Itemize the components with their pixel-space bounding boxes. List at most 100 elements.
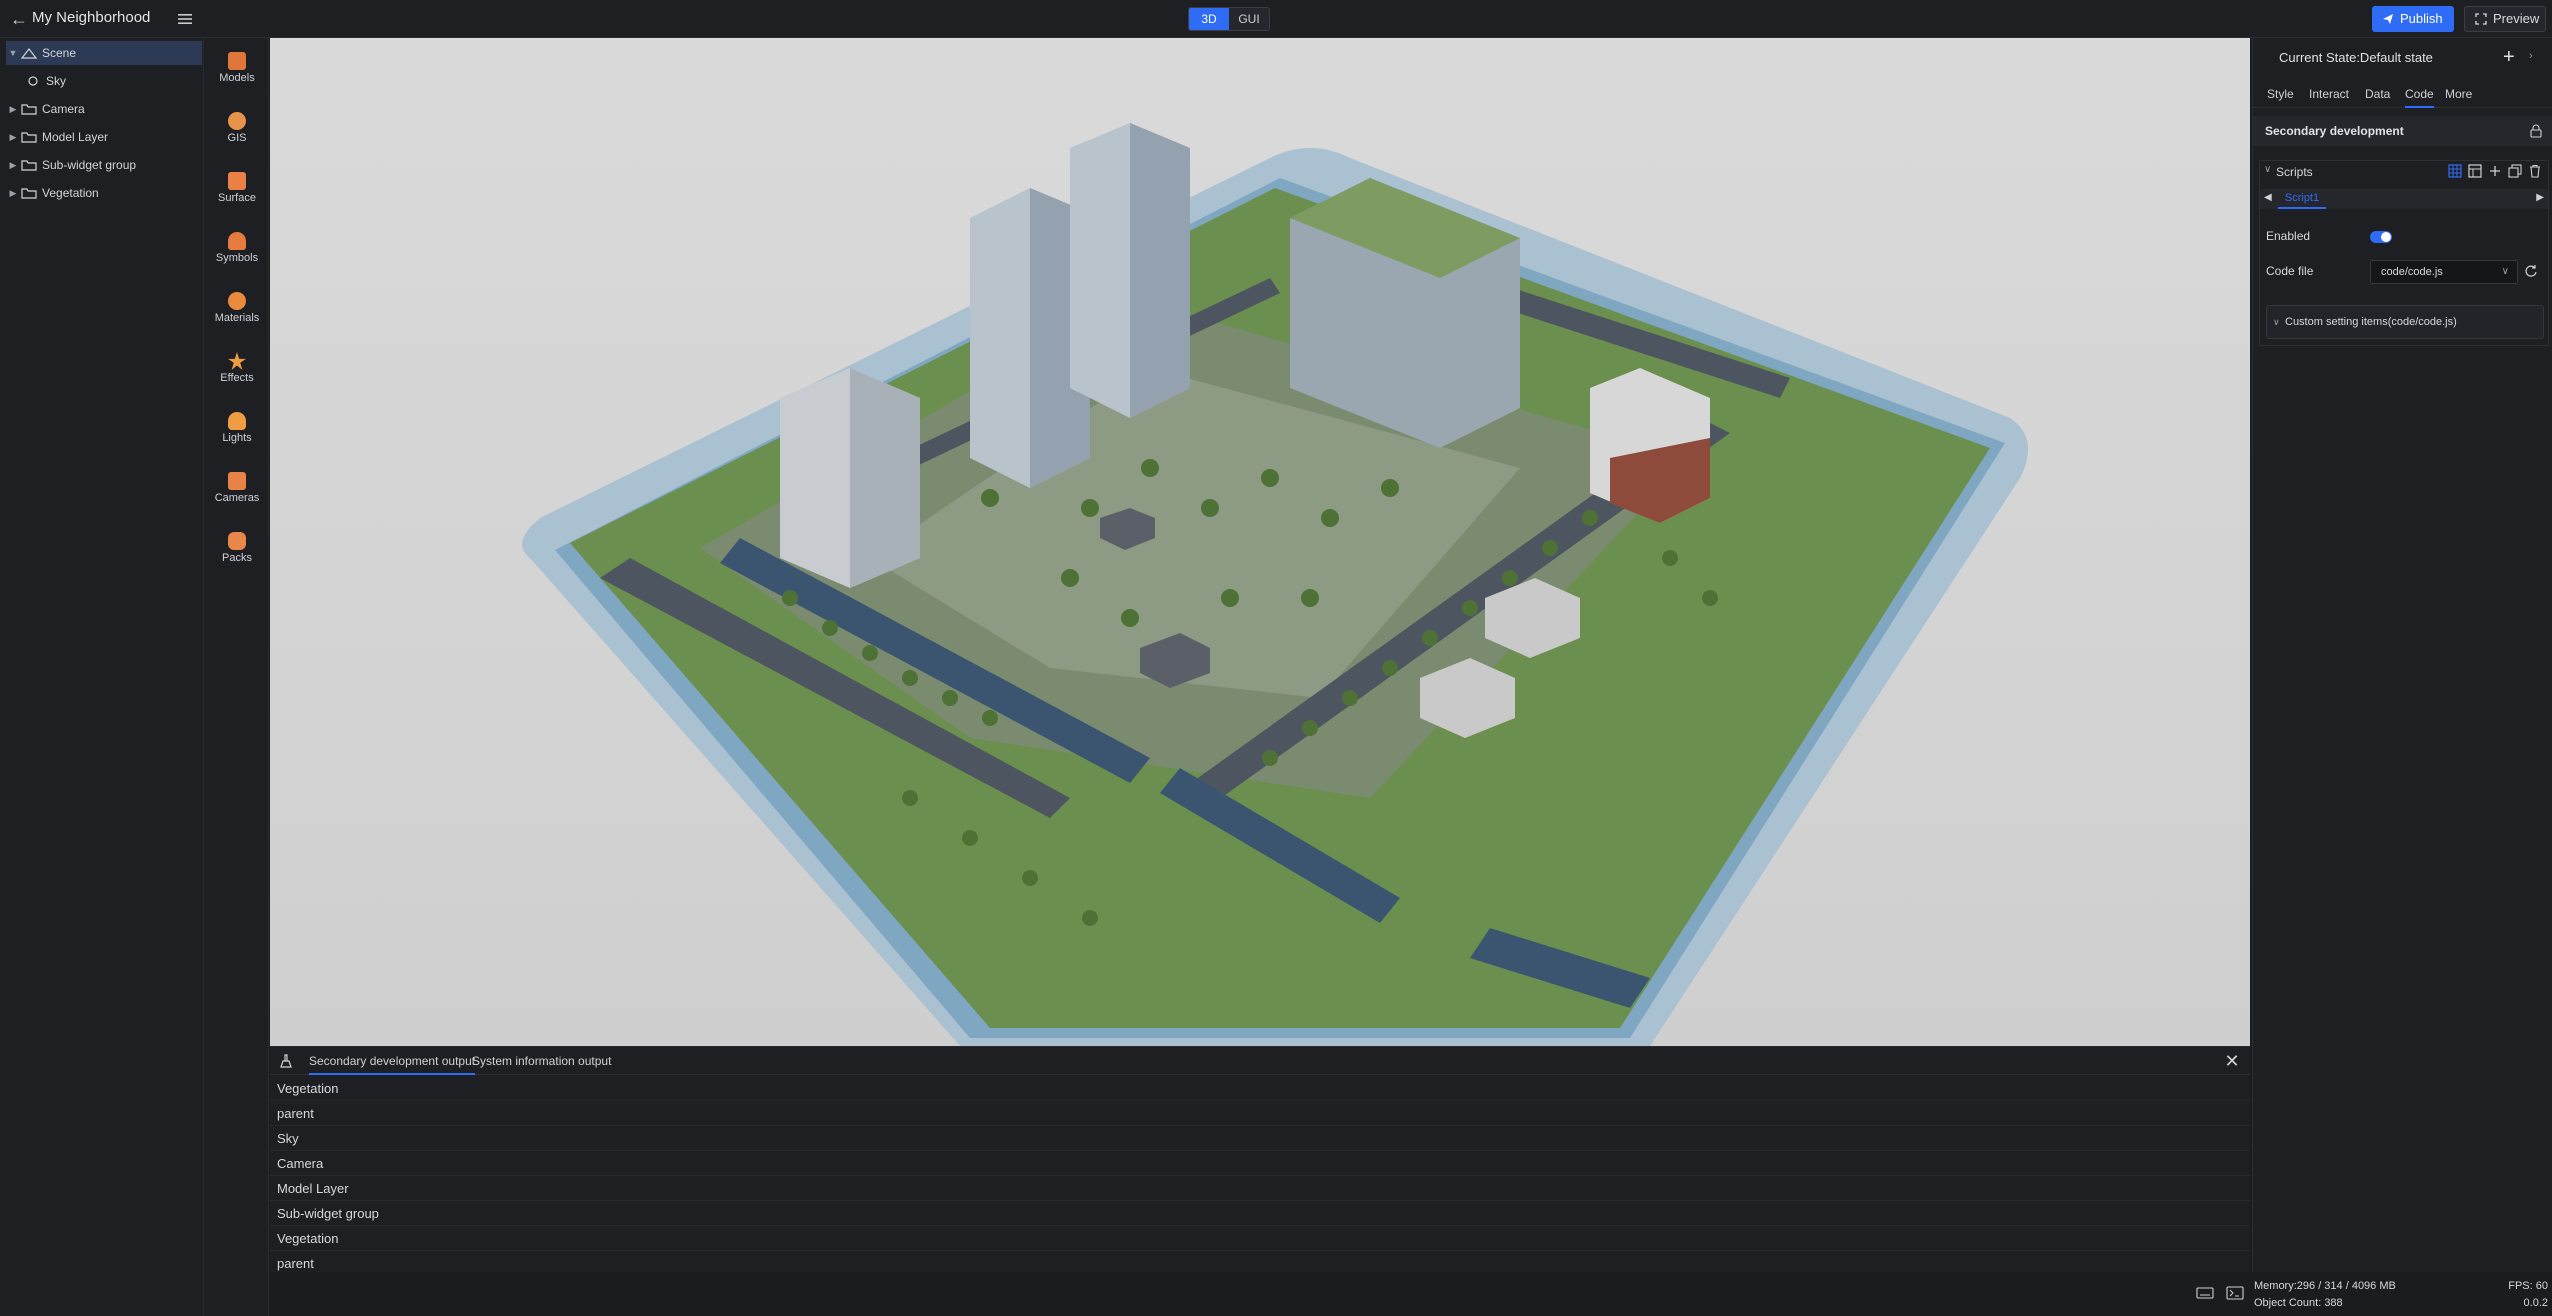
- mode-gui-button[interactable]: GUI: [1229, 8, 1269, 30]
- 3d-viewport[interactable]: [270, 38, 2250, 1046]
- chevron-right-icon[interactable]: ›: [2529, 50, 2533, 62]
- scene-tree-panel: ▼ Scene Sky ▶ Camera ▶ Model Layer ▶ Sub…: [0, 38, 204, 1316]
- current-state-title: Current State:Default state: [2279, 50, 2433, 65]
- properties-tabs: Style Interact Data Code More: [2253, 82, 2552, 108]
- tool-gis[interactable]: GIS: [205, 102, 269, 158]
- tree-item-label: Vegetation: [42, 186, 99, 200]
- tab-secondary-development-output[interactable]: Secondary development output: [309, 1047, 476, 1075]
- custom-setting-items[interactable]: ∨ Custom setting items(code/code.js): [2266, 305, 2544, 339]
- tab-more[interactable]: More: [2445, 82, 2472, 108]
- terminal-icon[interactable]: [2226, 1286, 2244, 1300]
- tool-label: Effects: [220, 372, 254, 384]
- back-arrow-icon[interactable]: ←: [8, 8, 30, 30]
- tree-item-model-layer[interactable]: ▶ Model Layer: [6, 125, 202, 149]
- folder-icon: [21, 160, 37, 171]
- status-bar: Memory:296 / 314 / 4096 MB Object Count:…: [270, 1272, 2552, 1316]
- tool-label: Packs: [222, 552, 252, 564]
- arrow-left-icon[interactable]: ◀: [2264, 192, 2272, 203]
- tool-lights[interactable]: Lights: [205, 402, 269, 458]
- chevron-down-icon[interactable]: ∨: [2264, 164, 2271, 175]
- preview-label: Preview: [2493, 11, 2540, 26]
- script-tab-bar: ◀ Script1 ▶: [2260, 189, 2548, 209]
- publish-button[interactable]: Publish: [2372, 6, 2454, 32]
- enabled-toggle[interactable]: [2370, 231, 2392, 243]
- tree-item-sky[interactable]: Sky: [6, 69, 202, 93]
- scripts-label: Scripts: [2276, 165, 2313, 179]
- code-file-select[interactable]: code/code.js ∨: [2370, 260, 2518, 284]
- mode-toggle: 3D GUI: [1188, 7, 1270, 31]
- copy-icon[interactable]: [2508, 164, 2522, 178]
- fullscreen-icon: [2475, 13, 2487, 25]
- tool-effects[interactable]: Effects: [205, 342, 269, 398]
- mode-3d-button[interactable]: 3D: [1189, 8, 1229, 30]
- tool-label: GIS: [227, 132, 247, 144]
- app-title: My Neighborhood: [32, 9, 151, 26]
- cameras-icon: [228, 472, 246, 490]
- scene-render: [270, 38, 2250, 1046]
- tool-label: Models: [219, 72, 255, 84]
- output-line: parent: [270, 1101, 2250, 1126]
- refresh-icon[interactable]: [2524, 264, 2538, 278]
- tool-label: Cameras: [214, 492, 260, 504]
- chevron-down-icon: ∨: [2501, 266, 2509, 277]
- tool-label: Surface: [218, 192, 256, 204]
- tool-surface[interactable]: Surface: [205, 162, 269, 218]
- tree-item-label: Sub-widget group: [42, 158, 137, 172]
- tab-system-information-output[interactable]: System information output: [472, 1047, 611, 1075]
- trash-icon[interactable]: [2528, 164, 2542, 178]
- custom-setting-label: Custom setting items(code/code.js): [2285, 316, 2457, 328]
- scene-icon: [20, 48, 38, 59]
- tree-item-label: Model Layer: [42, 130, 109, 144]
- arrow-right-icon[interactable]: ▶: [2536, 192, 2544, 203]
- caret-right-icon[interactable]: ▶: [6, 181, 20, 205]
- caret-right-icon[interactable]: ▶: [6, 153, 20, 177]
- script-tab[interactable]: Script1: [2278, 189, 2326, 209]
- add-state-icon[interactable]: +: [2503, 46, 2515, 69]
- tree-item-scene[interactable]: ▼ Scene: [6, 41, 202, 65]
- output-line: Model Layer: [270, 1176, 2250, 1201]
- tree-item-camera[interactable]: ▶ Camera: [6, 97, 202, 121]
- folder-icon: [21, 132, 37, 143]
- tool-models[interactable]: Models: [205, 42, 269, 98]
- fps-readout: FPS: 60: [2508, 1280, 2548, 1292]
- broom-clear-icon[interactable]: [278, 1053, 294, 1069]
- close-icon[interactable]: ✕: [2222, 1051, 2242, 1071]
- enabled-label: Enabled: [2266, 229, 2311, 243]
- keyboard-icon[interactable]: [2196, 1286, 2214, 1300]
- caret-right-icon[interactable]: ▶: [6, 97, 20, 121]
- gis-globe-icon: [228, 112, 246, 130]
- tool-symbols[interactable]: Symbols: [205, 222, 269, 278]
- tool-materials[interactable]: Materials: [205, 282, 269, 338]
- output-line: Sub-widget group: [270, 1201, 2250, 1226]
- folder-icon: [21, 104, 37, 115]
- add-icon[interactable]: [2488, 164, 2502, 178]
- grid-view-icon[interactable]: [2448, 164, 2462, 178]
- tab-code[interactable]: Code: [2405, 82, 2434, 108]
- table-view-icon[interactable]: [2468, 164, 2482, 178]
- tree-item-sub-widget-group[interactable]: ▶ Sub-widget group: [6, 153, 202, 177]
- caret-down-icon[interactable]: ▼: [6, 41, 20, 65]
- code-file-label: Code file: [2266, 264, 2314, 278]
- tab-interact[interactable]: Interact: [2309, 82, 2349, 108]
- preview-button[interactable]: Preview: [2464, 6, 2546, 32]
- tool-packs[interactable]: Packs: [205, 522, 269, 578]
- scripts-panel: ∨ Scripts ◀ Script1 ▶ Enabled Code file: [2259, 160, 2549, 346]
- publish-label: Publish: [2400, 11, 2443, 26]
- tool-cameras[interactable]: Cameras: [205, 462, 269, 518]
- caret-right-icon[interactable]: ▶: [6, 125, 20, 149]
- tab-style[interactable]: Style: [2267, 82, 2294, 108]
- output-line: Sky: [270, 1126, 2250, 1151]
- secondary-development-section: Secondary development: [2253, 116, 2552, 146]
- tool-label: Materials: [214, 312, 260, 324]
- folder-icon: [21, 188, 37, 199]
- properties-panel: Current State:Default state + › Style In…: [2252, 38, 2552, 1272]
- lights-bulb-icon: [228, 412, 246, 430]
- app-root: ← My Neighborhood 3D GUI Publish Preview…: [0, 0, 2552, 1316]
- tab-data[interactable]: Data: [2365, 82, 2390, 108]
- object-count-readout: Object Count: 388: [2254, 1297, 2343, 1309]
- output-line: Camera: [270, 1151, 2250, 1176]
- lock-icon[interactable]: [2529, 124, 2543, 138]
- tree-item-vegetation[interactable]: ▶ Vegetation: [6, 181, 202, 205]
- asset-toolbar: Models GIS Surface Symbols Materials Eff…: [205, 38, 269, 1316]
- hamburger-menu-icon[interactable]: [174, 8, 196, 30]
